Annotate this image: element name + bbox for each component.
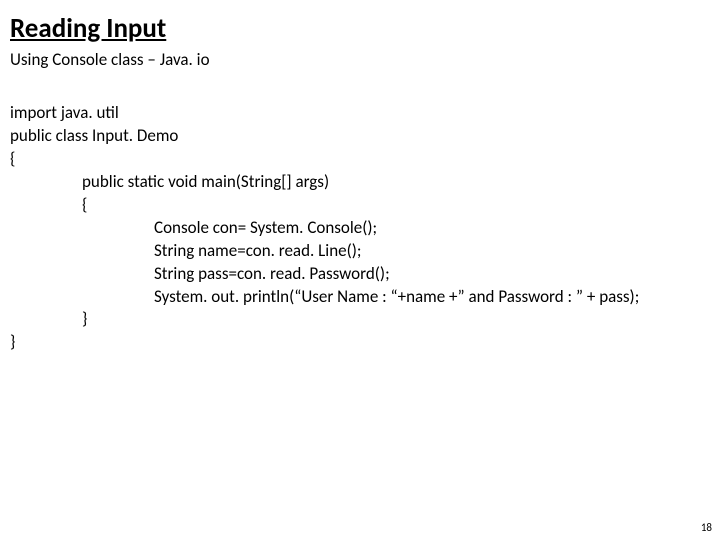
code-line: String name=con. read. Line(); [154,240,706,263]
code-line: import java. util [10,102,706,125]
slide-title: Reading Input [10,12,706,45]
code-line: System. out. println(“User Name : “+name… [154,286,706,309]
code-block: import java. util public class Input. De… [10,102,706,354]
code-line: { [82,194,706,217]
slide: Reading Input Using Console class – Java… [0,0,720,540]
slide-subtitle: Using Console class – Java. io [10,49,706,70]
code-line: Console con= System. Console(); [154,217,706,240]
page-number: 18 [701,521,712,534]
code-line: String pass=con. read. Password(); [154,263,706,286]
code-line: } [10,331,706,354]
code-line: } [82,308,706,331]
code-line: { [10,148,706,171]
code-line: public static void main(String[] args) [82,171,706,194]
code-line: public class Input. Demo [10,125,706,148]
